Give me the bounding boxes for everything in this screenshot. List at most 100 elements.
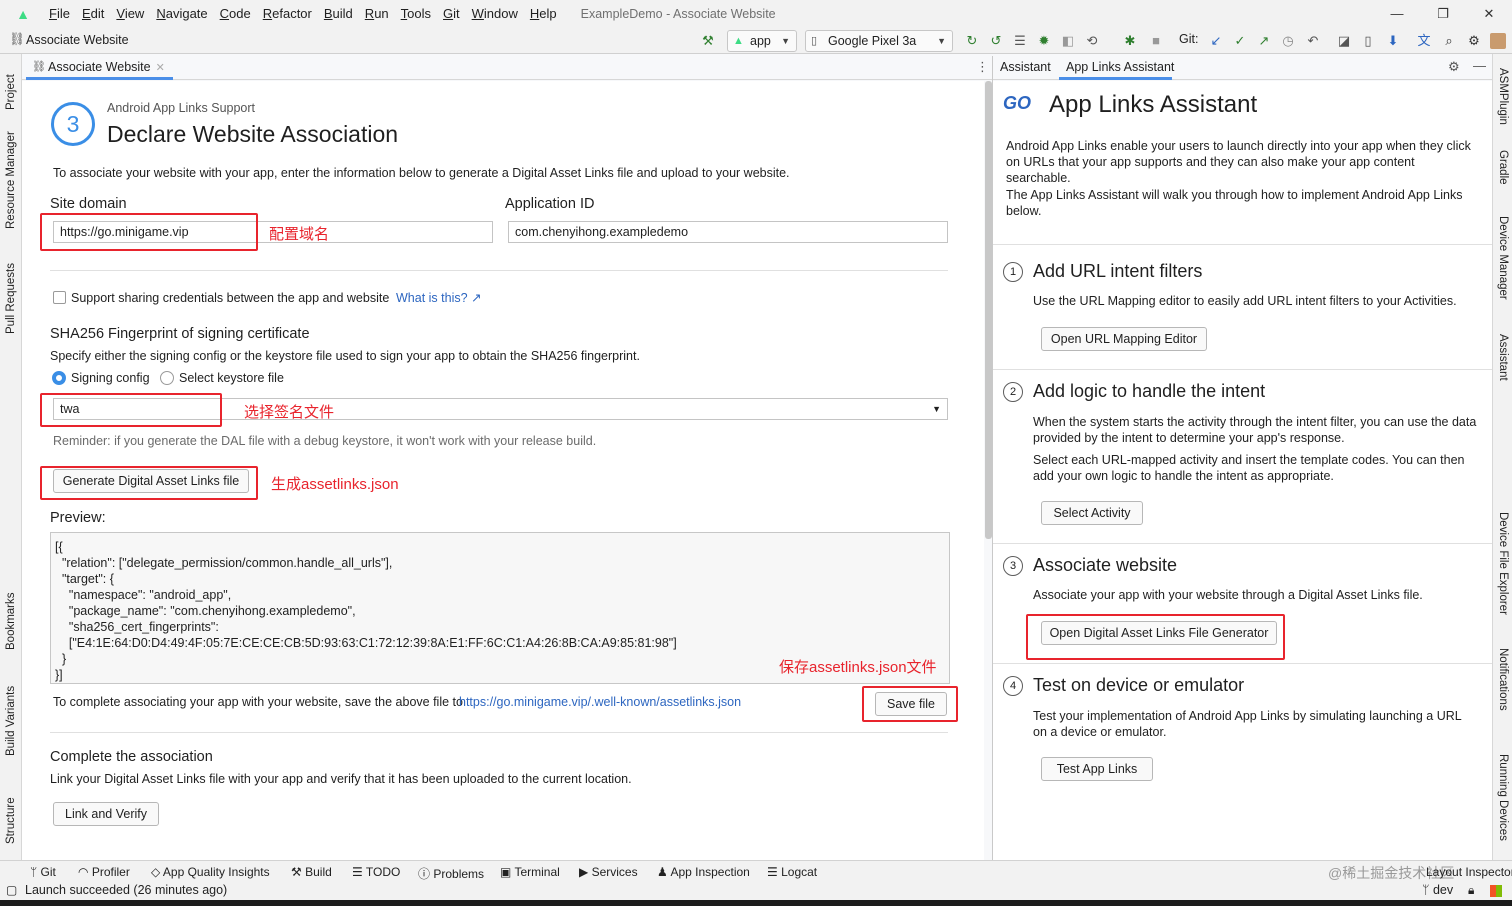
tool-tab-device-file-explorer[interactable]: Device File Explorer (1497, 512, 1509, 615)
rollback-icon[interactable]: ↶ (1305, 32, 1321, 51)
link-icon: ⛓ (32, 61, 46, 73)
menu-window[interactable]: Window (466, 0, 524, 28)
reminder-text: Reminder: if you generate the DAL file w… (53, 434, 597, 448)
device-mirror-icon[interactable]: ◪ (1336, 32, 1352, 51)
step-4-description: Test your implementation of Android App … (1033, 709, 1462, 739)
hide-panel-icon[interactable]: — (1473, 58, 1486, 73)
status-square-icon[interactable]: ▢ (6, 883, 17, 897)
tool-tab-resource-manager[interactable]: Resource Manager (5, 131, 17, 229)
tool-logcat[interactable]: ☰ Logcat (767, 865, 817, 879)
menu-build[interactable]: Build (318, 0, 359, 28)
menu-edit[interactable]: Edit (76, 0, 110, 28)
git-commit-icon[interactable]: ✓ (1232, 32, 1248, 51)
gear-icon[interactable]: ⚙ (1448, 59, 1460, 75)
history-icon[interactable]: ◷ (1280, 32, 1296, 51)
support-credentials-checkbox[interactable] (53, 291, 66, 304)
tool-tab-project[interactable]: Project (5, 74, 17, 110)
menu-run[interactable]: Run (359, 0, 395, 28)
avatar[interactable] (1490, 33, 1506, 49)
build-hammer-icon[interactable]: ⚒ (700, 32, 716, 51)
complete-description: Link your Digital Asset Links file with … (50, 772, 632, 786)
more-options-icon[interactable]: ⋮ (976, 59, 989, 75)
tool-tab-running-devices[interactable]: Running Devices (1497, 754, 1509, 841)
step-number-badge: 3 (51, 102, 95, 146)
tool-tab-bookmarks[interactable]: Bookmarks (5, 592, 17, 650)
tool-build[interactable]: ⚒ Build (291, 865, 332, 879)
tool-terminal[interactable]: ▣ Terminal (500, 865, 560, 879)
divider (993, 663, 1492, 664)
restore-icon[interactable]: ❐ (1420, 0, 1466, 28)
tool-tab-structure[interactable]: Structure (5, 797, 17, 844)
minimize-icon[interactable]: — (1374, 0, 1420, 28)
menu-tools[interactable]: Tools (395, 0, 437, 28)
annotation-box-signing (40, 393, 222, 427)
breadcrumb[interactable]: Associate Website (26, 33, 129, 47)
tool-services[interactable]: ▶ Services (579, 865, 638, 879)
what-is-this-link[interactable]: What is this? ↗ (396, 290, 482, 305)
menu-navigate[interactable]: Navigate (150, 0, 213, 28)
search-icon[interactable]: ⌕ (1441, 32, 1457, 51)
tool-todo[interactable]: ☰ TODO (352, 865, 400, 879)
step-3-title: Associate website (1033, 555, 1178, 575)
tab-close-icon[interactable]: ✕ (156, 62, 165, 74)
menu-file[interactable]: File (43, 0, 76, 28)
tool-tab-device-manager[interactable]: Device Manager (1497, 216, 1509, 300)
tab-label: Associate Website (48, 60, 151, 74)
main-toolbar: ⛓ Associate Website ⚒ ▲ app ▼ ▯ Google P… (0, 28, 1512, 68)
menu-refactor[interactable]: Refactor (257, 0, 318, 28)
assistant-intro-2: The App Links Assistant will walk you th… (1006, 188, 1463, 218)
profile-icon[interactable]: ◧ (1060, 32, 1076, 51)
translate-icon[interactable]: 文 (1416, 32, 1432, 51)
page-subtitle: Android App Links Support (107, 101, 256, 115)
logcat-icon[interactable]: ☰ (1012, 32, 1028, 51)
rerun-icon[interactable]: ↻ (964, 32, 980, 51)
bug-icon[interactable]: ✱ (1122, 32, 1138, 51)
git-label: Git: (1179, 32, 1199, 46)
tool-profiler[interactable]: ◠ Profiler (78, 865, 130, 879)
editor-scrollbar[interactable] (985, 81, 992, 539)
tool-app-quality-insights[interactable]: ◇ App Quality Insights (151, 865, 270, 879)
tool-tab-build-variants[interactable]: Build Variants (5, 686, 17, 756)
step-2-badge: 2 (1003, 382, 1023, 402)
git-branch[interactable]: ᛘ dev (1422, 883, 1453, 897)
device-dropdown[interactable]: ▯ Google Pixel 3a XL ▼ (805, 30, 953, 68)
tool-tab-gradle[interactable]: Gradle (1497, 150, 1509, 185)
signing-config-radio[interactable] (52, 371, 66, 385)
gear-icon[interactable]: ⚙ (1466, 32, 1482, 51)
apply-changes-icon[interactable]: ↺ (988, 32, 1004, 51)
tool-tab-assistant[interactable]: Assistant (1497, 334, 1509, 381)
git-update-icon[interactable]: ↙ (1208, 32, 1224, 51)
open-url-mapping-editor-button[interactable]: Open URL Mapping Editor (1041, 327, 1207, 351)
assetlinks-url-link[interactable]: https://go.minigame.vip/.well-known/asse… (459, 695, 741, 709)
tool-tab-pull-requests[interactable]: Pull Requests (5, 263, 17, 334)
tool-app-inspection[interactable]: ♟ App Inspection (657, 865, 750, 879)
git-push-icon[interactable]: ↗ (1256, 32, 1272, 51)
tool-git[interactable]: ᛘ Git (30, 865, 56, 879)
menu-help[interactable]: Help (524, 0, 563, 28)
sha-description: Specify either the signing config or the… (50, 349, 640, 363)
run-config-dropdown[interactable]: ▲ app ▼ (727, 30, 797, 52)
link-and-verify-button[interactable]: Link and Verify (53, 802, 159, 826)
tool-tab-asmplugin[interactable]: ASMPlugin (1497, 68, 1509, 125)
device-manager-icon[interactable]: ▯ (1360, 32, 1376, 51)
application-id-input[interactable]: com.chenyihong.exampledemo (508, 221, 948, 243)
tab-assistant[interactable]: Assistant (1000, 60, 1051, 74)
menu-code[interactable]: Code (214, 0, 257, 28)
tool-problems[interactable]: ⓘ Problems (418, 865, 484, 882)
select-activity-button[interactable]: Select Activity (1041, 501, 1143, 525)
tab-app-links-assistant[interactable]: App Links Assistant (1066, 60, 1174, 74)
sdk-manager-icon[interactable]: ⬇ (1385, 32, 1401, 51)
assistant-tab-row: Assistant App Links Assistant ⚙ — (993, 56, 1492, 80)
status-line: ▢ Launch succeeded (26 minutes ago) ᛘ de… (0, 882, 1512, 900)
tool-layout-inspector[interactable]: Layout Inspector (1426, 865, 1512, 879)
attach-debugger-icon[interactable]: ⟲ (1084, 32, 1100, 51)
menu-git[interactable]: Git (437, 0, 466, 28)
test-app-links-button[interactable]: Test App Links (1041, 757, 1153, 781)
debug-icon[interactable]: ✹ (1036, 32, 1052, 51)
close-icon[interactable]: ✕ (1466, 0, 1512, 28)
tool-tab-notifications[interactable]: Notifications (1497, 648, 1509, 711)
tab-associate-website[interactable]: ⛓ Associate Website ✕ (26, 56, 173, 80)
stop-icon[interactable]: ■ (1148, 32, 1164, 51)
keystore-file-radio[interactable] (160, 371, 174, 385)
menu-view[interactable]: View (110, 0, 150, 28)
